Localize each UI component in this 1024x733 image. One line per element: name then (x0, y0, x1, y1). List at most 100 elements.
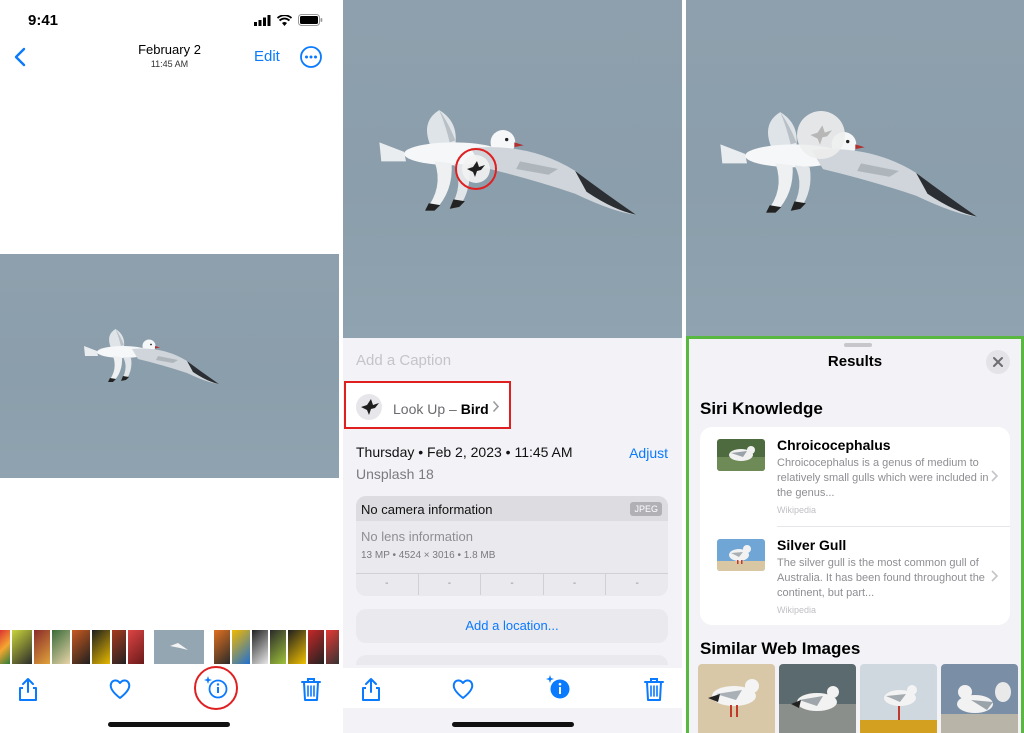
battery-icon (298, 14, 323, 26)
heart-icon (450, 676, 476, 702)
exif-cell: - (635, 578, 639, 589)
thumbnail[interactable] (252, 630, 268, 664)
thumbnail[interactable] (308, 630, 324, 664)
exif-cell: - (356, 574, 419, 595)
info-sparkle-icon (193, 665, 239, 711)
favorite-button[interactable] (450, 676, 476, 702)
knowledge-item-source: Wikipedia (777, 505, 817, 515)
thumbnail[interactable] (270, 630, 286, 664)
home-indicator (108, 722, 230, 727)
look-up-subject: Bird (460, 401, 489, 417)
caption-input[interactable]: Add a Caption (356, 352, 451, 369)
bottom-toolbar (0, 665, 339, 711)
camera-info-card: No camera information JPEG No lens infor… (356, 496, 668, 596)
thumbnail[interactable] (72, 630, 90, 664)
bird-icon (356, 394, 382, 420)
exif-cell: - (544, 574, 607, 595)
lookup-results-panel: Results Siri Knowledge Chroicocephalus C… (686, 0, 1024, 733)
ellipsis-circle-icon (299, 45, 323, 69)
look-up-label: Look Up – (393, 401, 461, 417)
system-icons (254, 14, 323, 26)
close-button[interactable] (986, 350, 1010, 374)
thumbnail[interactable] (52, 630, 70, 664)
trash-icon (298, 676, 324, 702)
gull-photo-zoomed[interactable] (686, 0, 1024, 338)
knowledge-item-description: The silver gull is the most common gull … (777, 557, 985, 599)
favorite-button[interactable] (107, 676, 133, 702)
add-location-button[interactable]: Add a location... (356, 609, 668, 643)
info-button-active[interactable] (543, 672, 573, 702)
exif-row: - - - - - (356, 573, 668, 595)
knowledge-item-silver-gull[interactable]: Silver Gull The silver gull is the most … (700, 527, 1010, 625)
knowledge-item-source: Wikipedia (777, 605, 817, 615)
bottom-toolbar (343, 668, 682, 708)
thumbnail[interactable] (232, 630, 250, 664)
delete-button[interactable] (641, 676, 667, 702)
photo-date-title: February 2 (138, 42, 201, 57)
web-image[interactable] (860, 664, 937, 733)
look-up-bird-button[interactable]: Look Up – Bird (344, 381, 511, 429)
knowledge-item-description: Chroicocephalus is a genus of medium to … (777, 457, 989, 499)
similar-web-images-heading: Similar Web Images (700, 639, 861, 658)
share-button[interactable] (358, 676, 384, 702)
thumbnail[interactable] (34, 630, 50, 664)
photo-viewer-panel: 9:41 February 2 11:45 AM Edit (0, 0, 339, 733)
home-indicator (452, 722, 574, 727)
results-sheet: Results Siri Knowledge Chroicocephalus C… (686, 336, 1024, 733)
thumbnail[interactable] (214, 630, 230, 664)
more-button[interactable] (299, 45, 323, 69)
trash-icon (641, 676, 667, 702)
siri-knowledge-card: Chroicocephalus Chroicocephalus is a gen… (700, 427, 1010, 625)
thumbnail[interactable] (0, 630, 10, 664)
knowledge-thumbnail (717, 439, 765, 471)
gull-photo[interactable] (0, 254, 339, 478)
image-specs: 13 MP • 4524 × 3016 • 1.8 MB (361, 550, 496, 561)
similar-web-images-strip (698, 664, 1024, 733)
status-bar: 9:41 (0, 0, 339, 38)
thumbnail-selected[interactable] (154, 630, 204, 664)
close-icon (986, 350, 1010, 374)
exif-cell: - (481, 574, 544, 595)
wifi-icon (277, 14, 292, 26)
thumbnail[interactable] (12, 630, 32, 664)
knowledge-item-chroicocephalus[interactable]: Chroicocephalus Chroicocephalus is a gen… (700, 427, 1010, 525)
status-time: 9:41 (28, 12, 59, 29)
thumbnail[interactable] (128, 630, 144, 664)
edit-button[interactable]: Edit (254, 48, 280, 65)
web-image[interactable] (698, 664, 775, 733)
share-icon (358, 676, 384, 702)
photo-source: Unsplash 18 (356, 466, 434, 482)
heart-icon (107, 676, 133, 702)
web-image[interactable] (941, 664, 1018, 733)
chevron-right-icon (990, 469, 1000, 483)
web-image[interactable] (779, 664, 856, 733)
chevron-right-icon (492, 400, 500, 413)
thumbnail[interactable] (288, 630, 306, 664)
thumbnail[interactable] (326, 630, 339, 664)
thumbnail[interactable] (92, 630, 110, 664)
exif-cell: - (419, 574, 482, 595)
share-button[interactable] (15, 676, 41, 702)
thumbnail[interactable] (112, 630, 126, 664)
gull-photo-zoomed[interactable] (343, 0, 682, 338)
info-button[interactable] (193, 665, 239, 711)
delete-button[interactable] (298, 676, 324, 702)
adjust-button[interactable]: Adjust (629, 445, 668, 461)
info-sparkle-icon (543, 672, 573, 702)
photo-datetime: Thursday • Feb 2, 2023 • 11:45 AM (356, 444, 573, 460)
knowledge-item-title: Chroicocephalus (777, 437, 891, 453)
photo-thumbnail-strip[interactable] (0, 630, 339, 664)
format-badge: JPEG (630, 502, 662, 516)
nav-bar: February 2 11:45 AM Edit (0, 38, 339, 78)
camera-info: No camera information (361, 502, 493, 517)
signal-icon (254, 14, 271, 26)
photo-info-panel: Add a Caption Look Up – Bird Thursday • … (343, 0, 682, 733)
next-card-edge (356, 655, 668, 665)
visual-lookup-badge[interactable] (796, 110, 846, 160)
share-icon (15, 676, 41, 702)
results-title: Results (827, 353, 883, 370)
knowledge-thumbnail (717, 539, 765, 571)
visual-lookup-badge[interactable] (454, 147, 498, 191)
siri-knowledge-heading: Siri Knowledge (700, 399, 823, 418)
sheet-grabber[interactable] (844, 343, 872, 347)
